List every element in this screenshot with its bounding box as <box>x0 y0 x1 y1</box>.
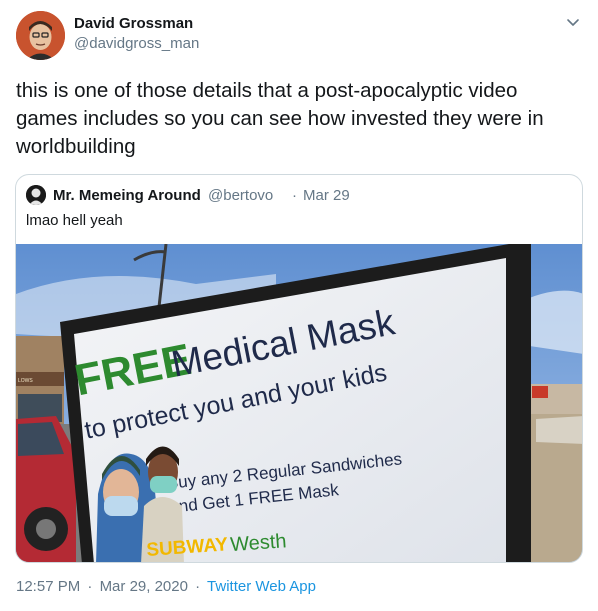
sign-brand-suffix: Westh <box>230 530 288 556</box>
tweet-text: this is one of those details that a post… <box>16 79 544 158</box>
tweet-date[interactable]: Mar 29, 2020 <box>100 578 188 595</box>
quoted-avatar[interactable] <box>26 185 46 205</box>
tweet-footer: 12:57 PM · Mar 29, 2020 · Twitter Web Ap… <box>16 578 316 595</box>
quoted-photo[interactable]: LOWS FREE Medical Mask to protect you an… <box>16 244 582 562</box>
quoted-handle[interactable]: @bertovo <box>208 187 273 204</box>
quoted-date[interactable]: Mar 29 <box>303 187 350 204</box>
footer-separator: · <box>195 578 201 595</box>
author-avatar[interactable] <box>16 11 65 60</box>
tweet-time[interactable]: 12:57 PM <box>16 578 80 595</box>
chevron-down-icon[interactable] <box>565 14 581 30</box>
author-handle[interactable]: @davidgross_man <box>74 35 199 52</box>
quoted-separator: · <box>292 187 297 204</box>
quoted-name[interactable]: Mr. Memeing Around <box>53 187 201 204</box>
avatar-portrait <box>16 11 65 60</box>
quoted-tweet[interactable]: Mr. Memeing Around @bertovo · Mar 29 lma… <box>15 174 583 563</box>
quoted-text: lmao hell yeah <box>26 212 123 229</box>
footer-separator: · <box>87 578 93 595</box>
store-sign-text: LOWS <box>18 378 33 384</box>
tweet-source-link[interactable]: Twitter Web App <box>207 578 316 595</box>
author-name[interactable]: David Grossman <box>74 15 193 32</box>
